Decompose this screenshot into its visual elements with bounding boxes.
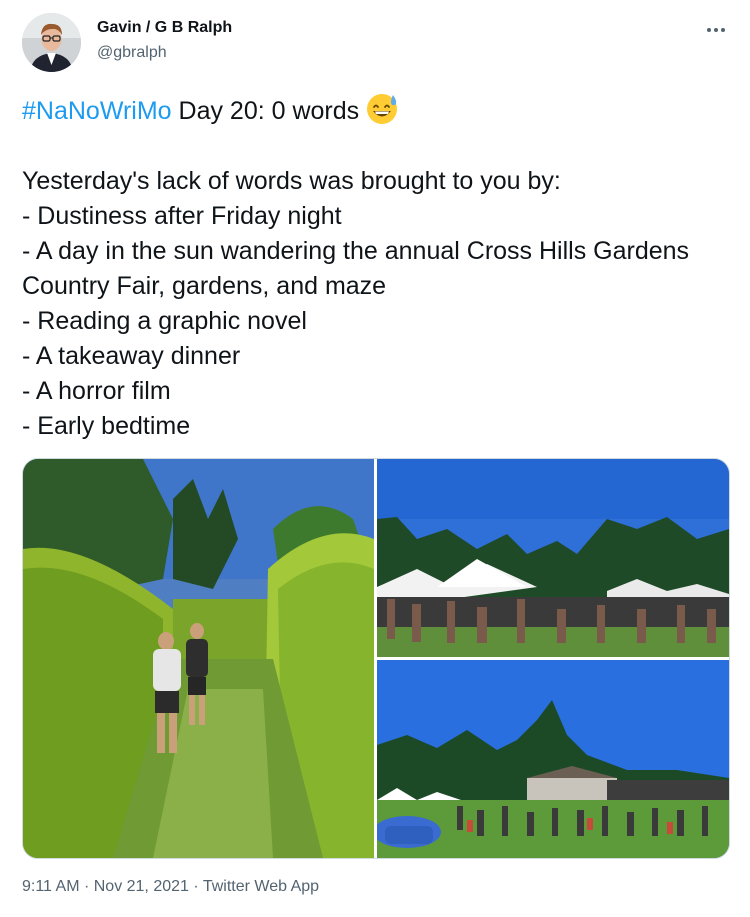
separator: ·	[188, 878, 203, 895]
media-grid[interactable]	[22, 458, 730, 859]
tweet-text: #NaNoWriMo Day 20: 0 words Yesterday's l…	[22, 92, 722, 444]
tweet-first-line: Day 20: 0 words	[171, 97, 360, 125]
tweet-time[interactable]: 9:11 AM	[22, 878, 80, 895]
author-handle[interactable]: @gbralph	[97, 44, 167, 62]
fair-crowd-photo[interactable]	[377, 660, 729, 858]
tweet-body: Yesterday's lack of words was brought to…	[22, 167, 690, 440]
tweet-footer: 9:11 AM · Nov 21, 2021 · Twitter Web App	[22, 878, 319, 896]
grinning-face-with-sweat-icon	[365, 92, 399, 126]
tweet-source[interactable]: Twitter Web App	[203, 878, 319, 895]
garden-maze-photo[interactable]	[23, 459, 374, 858]
fair-tents-photo[interactable]	[377, 459, 729, 657]
hashtag-link[interactable]: #NaNoWriMo	[22, 97, 172, 125]
avatar[interactable]	[22, 13, 81, 72]
author-name[interactable]: Gavin / G B Ralph	[97, 19, 232, 37]
more-options-icon[interactable]	[700, 14, 732, 46]
separator: ·	[79, 878, 94, 895]
tweet-date[interactable]: Nov 21, 2021	[94, 878, 189, 895]
